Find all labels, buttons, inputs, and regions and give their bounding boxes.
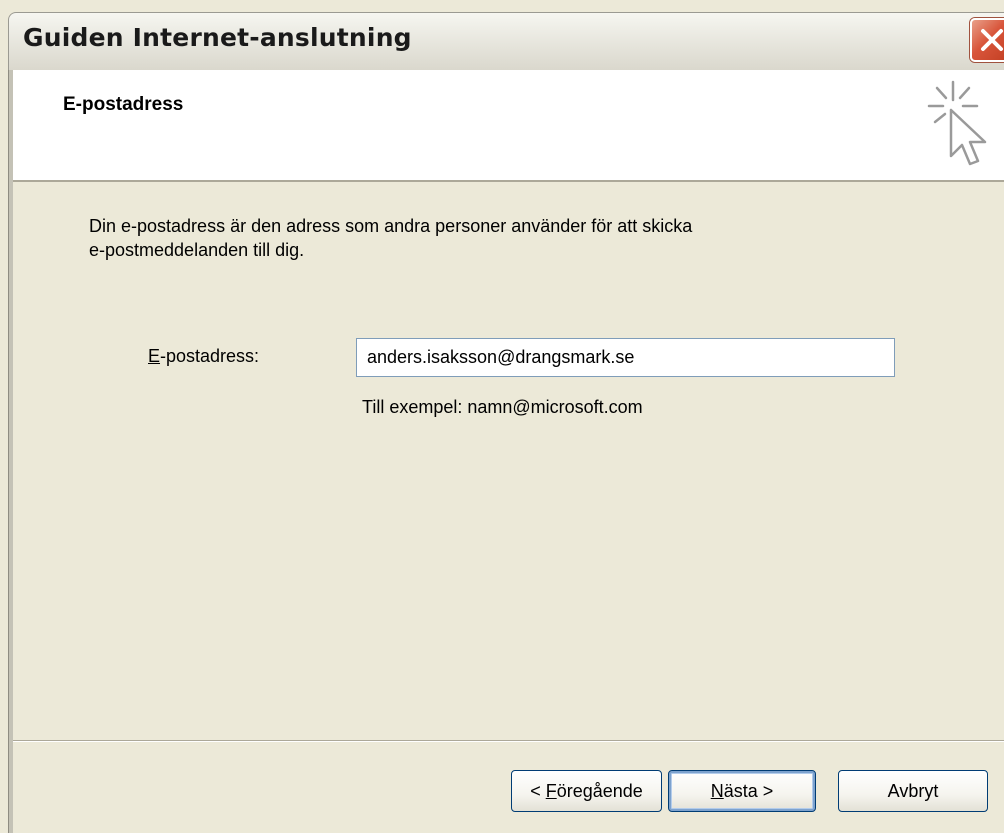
email-label-accel: E — [148, 346, 161, 366]
cancel-button[interactable]: Avbryt — [838, 770, 988, 812]
email-label-text: -postadress: — [160, 346, 260, 366]
back-button-text: öregående — [556, 781, 643, 801]
next-button-accel: N — [710, 781, 724, 801]
window-frame-left — [8, 70, 13, 833]
email-field-label: E-postadress: — [148, 346, 259, 367]
instruction-text: Din e-postadress är den adress som andra… — [89, 214, 909, 262]
footer-separator — [13, 740, 1004, 742]
back-button-accel: F — [545, 781, 557, 801]
back-button[interactable]: < Föregående — [511, 770, 662, 812]
wizard-window: Guiden Internet-anslutning E-postadress … — [0, 0, 1004, 833]
title-bar[interactable]: Guiden Internet-anslutning — [8, 12, 1004, 70]
wizard-header: E-postadress — [13, 70, 1004, 182]
window-title: Guiden Internet-anslutning — [23, 23, 412, 52]
back-button-prefix: < — [530, 781, 546, 801]
next-button-text: ästa > — [723, 781, 774, 801]
email-field[interactable] — [356, 338, 895, 377]
instruction-line-1: Din e-postadress är den adress som andra… — [89, 216, 693, 236]
next-button[interactable]: Nästa > — [668, 770, 816, 812]
close-button[interactable] — [970, 18, 1004, 62]
wizard-cursor-icon — [927, 80, 987, 166]
page-title: E-postadress — [63, 94, 184, 115]
close-icon — [981, 29, 1003, 51]
example-hint: Till exempel: namn@microsoft.com — [362, 397, 643, 417]
instruction-line-2: e-postmeddelanden till dig. — [89, 240, 305, 260]
